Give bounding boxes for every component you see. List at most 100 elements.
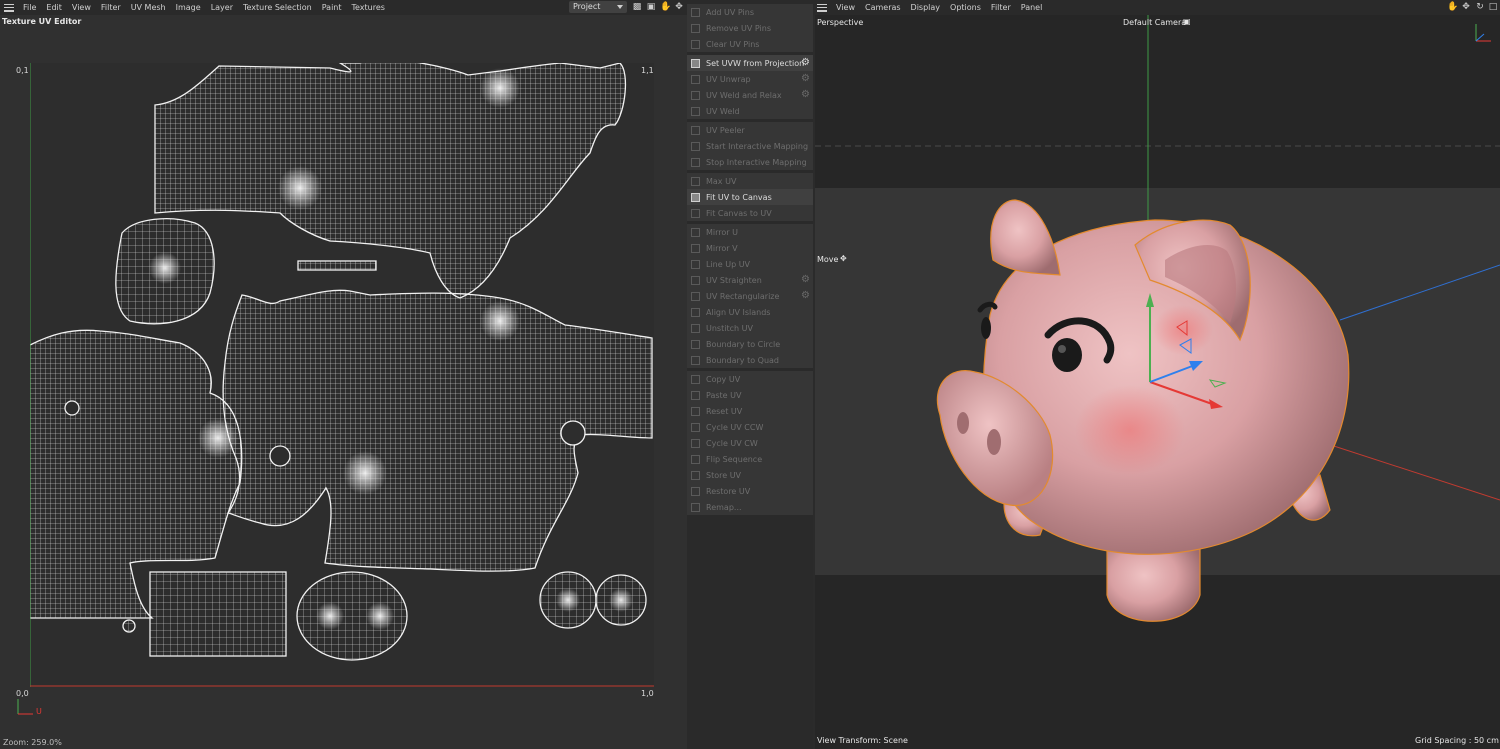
camera-label[interactable]: Default Camera: [1123, 18, 1186, 27]
mirror-v-icon: [691, 243, 700, 253]
menu-image[interactable]: Image: [171, 3, 206, 12]
max-uv-icon: [691, 176, 700, 186]
grid-spacing-label: Grid Spacing : 50 cm: [1415, 736, 1499, 745]
command-uv-weld[interactable]: UV Weld: [687, 103, 813, 119]
command-restore-uv[interactable]: Restore UV: [687, 483, 813, 499]
menu-textures[interactable]: Textures: [347, 3, 390, 12]
move-icon[interactable]: ✥: [674, 2, 684, 12]
command-clear-uv-pins[interactable]: Clear UV Pins: [687, 36, 813, 52]
command-reset-uv[interactable]: Reset UV: [687, 403, 813, 419]
command-max-uv[interactable]: Max UV: [687, 173, 813, 189]
remap-icon: [691, 502, 700, 512]
viewport-canvas[interactable]: Perspective Default Camera ▣ Move ✥ View…: [815, 15, 1500, 749]
command-fit-canvas-to-uv[interactable]: Fit Canvas to UV: [687, 205, 813, 221]
scene-svg[interactable]: [815, 15, 1500, 749]
fit-canvas-to-uv-icon: [691, 208, 700, 218]
menu-layer[interactable]: Layer: [206, 3, 238, 12]
command-uv-unwrap[interactable]: UV Unwrap ⚙: [687, 71, 813, 87]
camera-icon[interactable]: ▣: [1183, 17, 1191, 26]
histogram-icon[interactable]: ▩: [632, 2, 642, 12]
gear-icon[interactable]: ⚙: [801, 74, 810, 84]
command-uv-rectangularize[interactable]: UV Rectangularize ⚙: [687, 288, 813, 304]
uv-islands-svg[interactable]: [30, 63, 654, 687]
mirror-u-icon: [691, 227, 700, 237]
command-cycle-uv-cw[interactable]: Cycle UV CW: [687, 435, 813, 451]
menu-icon[interactable]: [4, 3, 14, 12]
move-icon[interactable]: ✥: [1461, 2, 1471, 12]
command-label: Cycle UV CW: [706, 438, 758, 448]
hand-icon[interactable]: ✋: [1447, 2, 1458, 12]
menu-texture-selection[interactable]: Texture Selection: [238, 3, 317, 12]
menu-panel[interactable]: Panel: [1016, 3, 1048, 12]
uv-island-dot: [122, 619, 136, 633]
command-add-uv-pins[interactable]: Add UV Pins: [687, 4, 813, 20]
command-unstitch-uv[interactable]: Unstitch UV: [687, 320, 813, 336]
corner-label-top-left: 0,1: [16, 66, 29, 75]
command-label: UV Straighten: [706, 275, 762, 285]
view-transform-label: View Transform: Scene: [817, 736, 908, 745]
command-uv-peeler[interactable]: UV Peeler: [687, 122, 813, 138]
command-copy-uv[interactable]: Copy UV: [687, 371, 813, 387]
uv-rectangularize-icon: [691, 291, 700, 301]
menu-view[interactable]: View: [67, 3, 96, 12]
menu-file[interactable]: File: [18, 3, 41, 12]
maximize-icon[interactable]: □: [1488, 2, 1498, 12]
clear-uv-pins-icon: [691, 39, 700, 49]
command-store-uv[interactable]: Store UV: [687, 467, 813, 483]
lock-icon[interactable]: ▣: [646, 2, 656, 12]
command-line-up-uv[interactable]: Line Up UV: [687, 256, 813, 272]
uv-canvas[interactable]: [30, 63, 654, 687]
command-label: UV Unwrap: [706, 74, 751, 84]
rotate-icon[interactable]: ↻: [1475, 2, 1485, 12]
menu-view[interactable]: View: [831, 3, 860, 12]
command-cycle-uv-ccw[interactable]: Cycle UV CCW: [687, 419, 813, 435]
gear-icon[interactable]: ⚙: [801, 275, 810, 285]
command-start-interactive-mapping[interactable]: Start Interactive Mapping: [687, 138, 813, 154]
command-mirror-v[interactable]: Mirror V: [687, 240, 813, 256]
command-label: Line Up UV: [706, 259, 751, 269]
menu-display[interactable]: Display: [906, 3, 946, 12]
command-align-uv-islands[interactable]: Align UV Islands: [687, 304, 813, 320]
command-boundary-to-quad[interactable]: Boundary to Quad: [687, 352, 813, 368]
command-label: Stop Interactive Mapping: [706, 157, 807, 167]
gear-icon[interactable]: ⚙: [801, 90, 810, 100]
piggy-leg-front: [1106, 544, 1201, 622]
command-boundary-to-circle[interactable]: Boundary to Circle: [687, 336, 813, 352]
menu-options[interactable]: Options: [945, 3, 986, 12]
command-stop-interactive-mapping[interactable]: Stop Interactive Mapping: [687, 154, 813, 170]
menu-icon[interactable]: [817, 3, 827, 12]
gear-icon[interactable]: ⚙: [801, 291, 810, 301]
viewport-panel: View Cameras Display Options Filter Pane…: [813, 0, 1500, 749]
projection-label[interactable]: Perspective: [817, 18, 863, 27]
menu-edit[interactable]: Edit: [41, 3, 67, 12]
command-label: Restore UV: [706, 486, 751, 496]
command-group: Add UV Pins Remove UV Pins Clear UV Pins: [687, 4, 813, 52]
command-label: UV Rectangularize: [706, 291, 780, 301]
command-remap[interactable]: Remap...: [687, 499, 813, 515]
command-label: Reset UV: [706, 406, 743, 416]
command-mirror-u[interactable]: Mirror U: [687, 224, 813, 240]
piggy-eye-left: [981, 317, 991, 339]
command-label: Cycle UV CCW: [706, 422, 764, 432]
menu-cameras[interactable]: Cameras: [860, 3, 906, 12]
command-group: Set UVW from Projection ⚙ UV Unwrap ⚙ UV Wel…: [687, 55, 813, 119]
tool-label: Move: [817, 255, 839, 264]
command-set-uvw-from-projection[interactable]: Set UVW from Projection ⚙: [687, 55, 813, 71]
menu-filter[interactable]: Filter: [96, 3, 126, 12]
gear-icon[interactable]: ⚙: [801, 58, 810, 68]
project-select[interactable]: Project: [569, 1, 627, 13]
command-uv-straighten[interactable]: UV Straighten ⚙: [687, 272, 813, 288]
command-uv-weld-and-relax[interactable]: UV Weld and Relax ⚙: [687, 87, 813, 103]
menu-filter[interactable]: Filter: [986, 3, 1016, 12]
menu-paint[interactable]: Paint: [317, 3, 347, 12]
hand-icon[interactable]: ✋: [660, 2, 671, 12]
command-fit-uv-to-canvas[interactable]: Fit UV to Canvas: [687, 189, 813, 205]
command-remove-uv-pins[interactable]: Remove UV Pins: [687, 20, 813, 36]
menu-uv-mesh[interactable]: UV Mesh: [126, 3, 171, 12]
command-label: Set UVW from Projection: [706, 58, 805, 68]
reset-uv-icon: [691, 406, 700, 416]
command-label: UV Weld: [706, 106, 740, 116]
command-flip-sequence[interactable]: Flip Sequence: [687, 451, 813, 467]
command-group: Max UV Fit UV to Canvas Fit Canvas to UV: [687, 173, 813, 221]
command-paste-uv[interactable]: Paste UV: [687, 387, 813, 403]
